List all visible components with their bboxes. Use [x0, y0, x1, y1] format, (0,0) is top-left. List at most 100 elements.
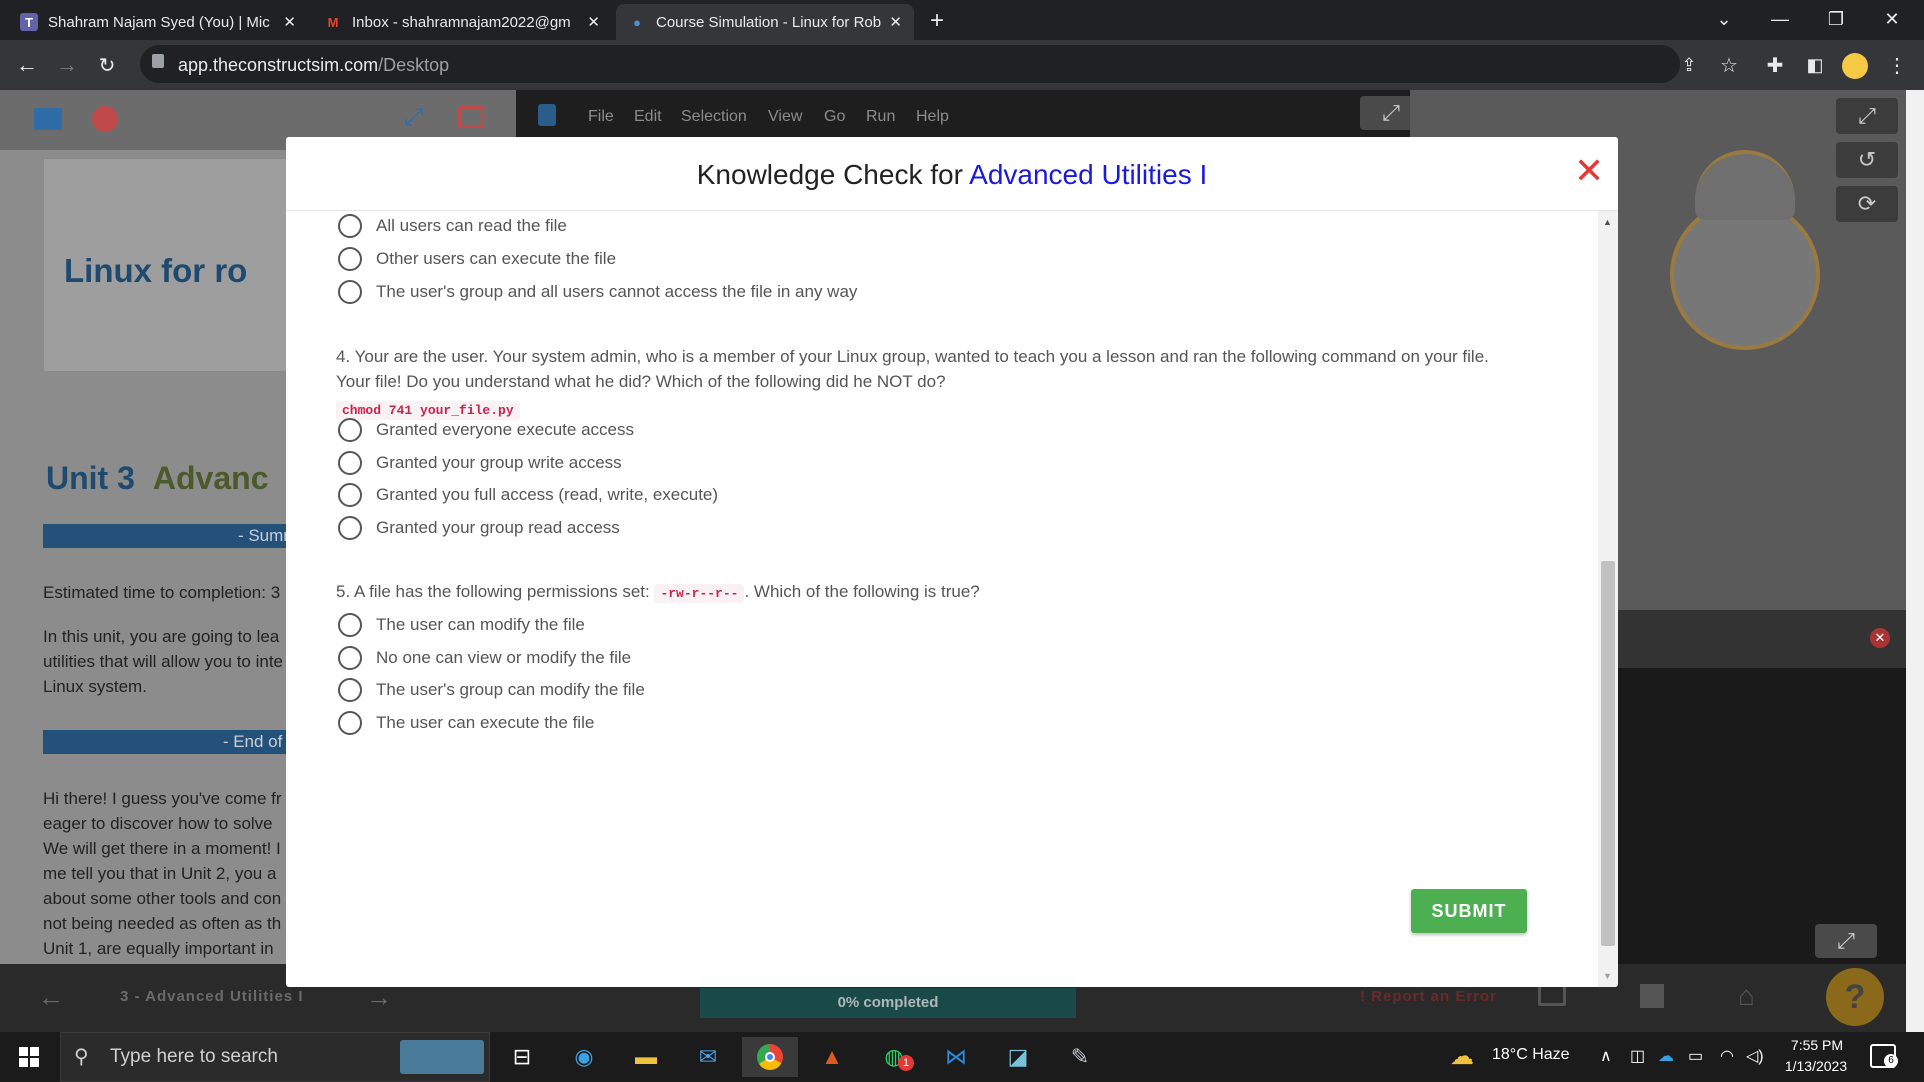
clock-date[interactable]: 1/13/2023 — [1776, 1058, 1856, 1074]
close-tab-icon[interactable]: ✕ — [283, 13, 296, 31]
q5-option[interactable]: No one can view or modify the file — [338, 643, 631, 673]
whatsapp-icon[interactable]: ◍ 1 — [866, 1037, 922, 1077]
chrome-icon[interactable] — [742, 1037, 798, 1077]
windows-start-icon[interactable] — [4, 1037, 54, 1077]
window-icon[interactable] — [458, 106, 484, 128]
close-tab-icon[interactable]: ✕ — [889, 13, 902, 31]
prev-unit-label[interactable]: 3 - Advanced Utilities I — [120, 988, 304, 1005]
help-icon[interactable]: ? — [1826, 968, 1884, 1026]
q4-option[interactable]: Granted your group read access — [338, 513, 620, 543]
monitor-icon[interactable] — [1538, 984, 1566, 1006]
meet-now-icon[interactable]: ◫ — [1630, 1046, 1645, 1066]
q3-option[interactable]: All users can read the file — [338, 211, 567, 241]
dashboard-icon[interactable] — [1640, 984, 1664, 1008]
report-error-link[interactable]: ! Report an Error — [1360, 988, 1497, 1005]
submit-button[interactable]: SUBMIT — [1411, 889, 1527, 933]
q4-line: 4. Your are the user. Your system admin,… — [336, 347, 1489, 366]
sim-fullscreen-icon[interactable]: ⤢ — [1836, 98, 1898, 134]
vscode-icon[interactable]: ⋈ — [928, 1037, 984, 1077]
matlab-icon[interactable]: ▲ — [804, 1037, 860, 1077]
scroll-down-icon[interactable]: ▼ — [1603, 971, 1612, 981]
restore-button[interactable]: ❐ — [1808, 0, 1864, 38]
q4-option[interactable]: Granted everyone execute access — [338, 415, 634, 445]
option-label: Other users can execute the file — [376, 249, 617, 268]
mail-icon[interactable]: ✉ — [680, 1037, 736, 1077]
menu-edit[interactable]: Edit — [634, 108, 662, 126]
q4-option[interactable]: Granted you full access (read, write, ex… — [338, 480, 718, 510]
book-icon[interactable] — [34, 108, 62, 130]
bookmark-star-icon[interactable]: ☆ — [1712, 48, 1746, 82]
radio-button[interactable] — [338, 451, 362, 475]
q3-option[interactable]: Other users can execute the file — [338, 244, 616, 274]
notifications-icon[interactable]: 6 — [1870, 1044, 1898, 1068]
menu-file[interactable]: File — [588, 108, 614, 126]
radio-button[interactable] — [338, 678, 362, 702]
clock-time[interactable]: 7:55 PM — [1782, 1037, 1852, 1053]
scroll-up-icon[interactable]: ▲ — [1603, 217, 1612, 227]
q4-line: Your file! Do you understand what he did… — [336, 372, 946, 391]
page-scrollbar[interactable] — [1906, 90, 1924, 1032]
reload-icon[interactable]: ↻ — [90, 48, 124, 82]
tab-teams[interactable]: T Shahram Najam Syed (You) | Mic ✕ — [8, 4, 308, 40]
back-icon[interactable]: ← — [10, 48, 44, 82]
close-tab-icon[interactable]: ✕ — [587, 13, 600, 31]
q5-option[interactable]: The user's group can modify the file — [338, 675, 645, 705]
radio-button[interactable] — [338, 613, 362, 637]
radio-button[interactable] — [338, 711, 362, 735]
tray-chevron-icon[interactable]: ∧ — [1600, 1046, 1612, 1066]
forward-icon[interactable]: → — [50, 48, 84, 82]
avatar[interactable] — [1842, 53, 1868, 79]
search-highlight-image[interactable] — [400, 1040, 484, 1074]
stop-icon[interactable] — [92, 106, 118, 132]
radio-button[interactable] — [338, 247, 362, 271]
q4-option[interactable]: Granted your group write access — [338, 448, 622, 478]
wifi-icon[interactable]: ◠ — [1720, 1046, 1734, 1066]
radio-button[interactable] — [338, 646, 362, 670]
robot-head — [1695, 150, 1795, 220]
share-icon[interactable]: ⇪ — [1672, 48, 1706, 82]
edge-icon[interactable]: ◉ — [556, 1037, 612, 1077]
sim-refresh-icon[interactable]: ⟳ — [1836, 186, 1898, 222]
scrollbar-thumb[interactable] — [1601, 561, 1615, 946]
close-window-button[interactable]: ✕ — [1864, 0, 1920, 38]
whatsapp-badge: 1 — [898, 1055, 914, 1071]
new-tab-button[interactable]: + — [922, 6, 952, 36]
menu-run[interactable]: Run — [866, 108, 895, 126]
weather-icon[interactable]: ☁ — [1450, 1042, 1474, 1071]
menu-help[interactable]: Help — [916, 108, 949, 126]
close-icon[interactable]: ✕ — [1574, 151, 1604, 191]
q3-option[interactable]: The user's group and all users cannot ac… — [338, 277, 857, 307]
extensions-icon[interactable]: ✚ — [1758, 48, 1792, 82]
paint-app-icon[interactable]: ✎ — [1052, 1037, 1108, 1077]
radio-button[interactable] — [338, 418, 362, 442]
sim-reset-icon[interactable]: ↺ — [1836, 142, 1898, 178]
tab-search-icon[interactable]: ⌄ — [1696, 0, 1752, 38]
q5-option[interactable]: The user can modify the file — [338, 610, 585, 640]
modal-scrollbar[interactable]: ▲ ▼ — [1598, 211, 1618, 987]
side-panel-icon[interactable]: ◧ — [1798, 48, 1832, 82]
home-icon[interactable]: ⌂ — [1738, 980, 1755, 1012]
close-shell-icon[interactable]: ✕ — [1870, 628, 1890, 648]
minimize-button[interactable]: — — [1752, 0, 1808, 38]
menu-view[interactable]: View — [768, 108, 802, 126]
radio-button[interactable] — [338, 516, 362, 540]
menu-selection[interactable]: Selection — [681, 108, 747, 126]
radio-button[interactable] — [338, 280, 362, 304]
shell-expand-icon[interactable]: ⤢ — [1815, 924, 1877, 958]
volume-icon[interactable]: ◁) — [1746, 1046, 1764, 1066]
tab-gmail[interactable]: M Inbox - shahramnajam2022@gm ✕ — [312, 4, 612, 40]
task-view-icon[interactable]: ⊟ — [494, 1037, 550, 1077]
prev-arrow-icon[interactable]: ← — [38, 982, 64, 1013]
tab-course-simulation[interactable]: ● Course Simulation - Linux for Rob ✕ — [616, 4, 914, 40]
file-explorer-icon[interactable]: ▬ — [618, 1037, 674, 1077]
weather-text[interactable]: 18°C Haze — [1492, 1046, 1570, 1064]
radio-button[interactable] — [338, 483, 362, 507]
menu-go[interactable]: Go — [824, 108, 845, 126]
menu-dots-icon[interactable]: ⋮ — [1880, 48, 1914, 82]
onedrive-icon[interactable]: ☁ — [1658, 1046, 1674, 1066]
expand-icon[interactable]: ⤢ — [404, 104, 423, 132]
q5-option[interactable]: The user can execute the file — [338, 708, 594, 738]
notes-app-icon[interactable]: ◪ — [990, 1037, 1046, 1077]
battery-icon[interactable]: ▭ — [1688, 1046, 1703, 1066]
radio-button[interactable] — [338, 214, 362, 238]
